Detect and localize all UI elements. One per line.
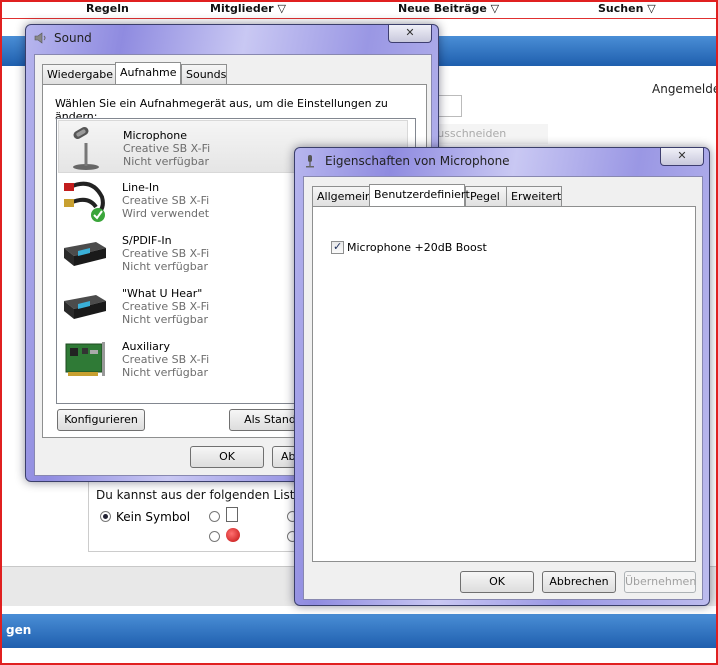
device-driver: Creative SB X-Fi	[122, 353, 210, 366]
device-name: Auxiliary	[122, 340, 170, 353]
apply-button[interactable]: Übernehmen	[624, 571, 696, 593]
microphone-icon	[306, 155, 314, 168]
nav-link-suchen[interactable]: Suchen ▽	[598, 2, 656, 15]
nav-link-neue-beitraege[interactable]: Neue Beiträge ▽	[398, 2, 499, 15]
bottom-bar-text: gen	[6, 623, 32, 637]
speaker-icon	[34, 32, 46, 44]
sound-dialog-title: Sound	[54, 31, 92, 45]
document-icon	[226, 507, 238, 522]
rca-cable-icon	[64, 181, 105, 222]
close-icon: ✕	[677, 149, 687, 162]
no-symbol-label: Kein Symbol	[116, 510, 191, 524]
forum-top-nav: Regeln Mitglieder ▽ Neue Beiträge ▽ Such…	[2, 0, 716, 19]
tab-allgemein[interactable]: Allgemein	[312, 186, 372, 206]
angry-face-icon	[226, 528, 240, 542]
close-icon: ✕	[405, 26, 415, 39]
tab-sounds[interactable]: Sounds	[181, 64, 227, 84]
microphone-icon	[73, 127, 99, 170]
properties-dialog-client: Allgemein Benutzerdefiniert Pegel Erweit…	[303, 176, 703, 600]
symbol-radio-1[interactable]	[209, 511, 220, 522]
symbol-radio-2[interactable]	[209, 531, 220, 542]
microphone-properties-dialog: Eigenschaften von Microphone ✕ Allgemein…	[294, 147, 710, 606]
device-status: Nicht verfügbar	[122, 313, 208, 326]
no-symbol-radio[interactable]	[100, 511, 111, 522]
tab-pegel[interactable]: Pegel	[465, 186, 507, 206]
configure-button[interactable]: Konfigurieren	[57, 409, 145, 431]
ok-button[interactable]: OK	[190, 446, 264, 468]
close-button[interactable]: ✕	[388, 25, 432, 43]
device-name: "What U Hear"	[122, 287, 203, 300]
device-driver: Creative SB X-Fi	[123, 142, 211, 155]
benutzerdefiniert-tab-page: Microphone +20dB Boost	[312, 206, 696, 562]
device-status: Nicht verfügbar	[122, 366, 208, 379]
device-status: Nicht verfügbar	[122, 260, 208, 273]
device-name: Microphone	[123, 129, 188, 142]
device-name: S/PDIF-In	[122, 234, 172, 247]
sound-device-icon	[64, 295, 106, 319]
forum-bottom-bar: gen	[2, 614, 716, 648]
nav-link-mitglieder[interactable]: Mitglieder ▽	[210, 2, 286, 15]
device-driver: Creative SB X-Fi	[122, 247, 210, 260]
tab-erweitert[interactable]: Erweitert	[506, 186, 562, 206]
logged-in-text: Angemelde	[652, 82, 718, 96]
nav-link-regeln[interactable]: Regeln	[86, 2, 129, 15]
boost-checkbox[interactable]	[331, 240, 344, 254]
forum-small-input[interactable]	[436, 95, 462, 117]
properties-dialog-title: Eigenschaften von Microphone	[325, 154, 510, 168]
icon-list-text: Du kannst aus der folgenden Liste	[96, 488, 302, 502]
device-status: Wird verwendet	[122, 207, 210, 220]
tab-aufnahme[interactable]: Aufnahme	[115, 62, 181, 84]
cancel-button[interactable]: Abbrechen	[542, 571, 616, 593]
sound-card-icon	[65, 342, 105, 376]
device-driver: Creative SB X-Fi	[122, 300, 210, 313]
device-driver: Creative SB X-Fi	[122, 194, 210, 207]
device-name: Line-In	[122, 181, 160, 194]
close-button[interactable]: ✕	[660, 148, 704, 166]
sound-device-icon	[64, 242, 106, 266]
device-status: Nicht verfügbar	[123, 155, 209, 168]
boost-label: Microphone +20dB Boost	[347, 241, 487, 254]
ok-button[interactable]: OK	[460, 571, 534, 593]
tab-benutzerdefiniert[interactable]: Benutzerdefiniert	[369, 184, 470, 206]
tab-wiedergabe[interactable]: Wiedergabe	[42, 64, 116, 84]
